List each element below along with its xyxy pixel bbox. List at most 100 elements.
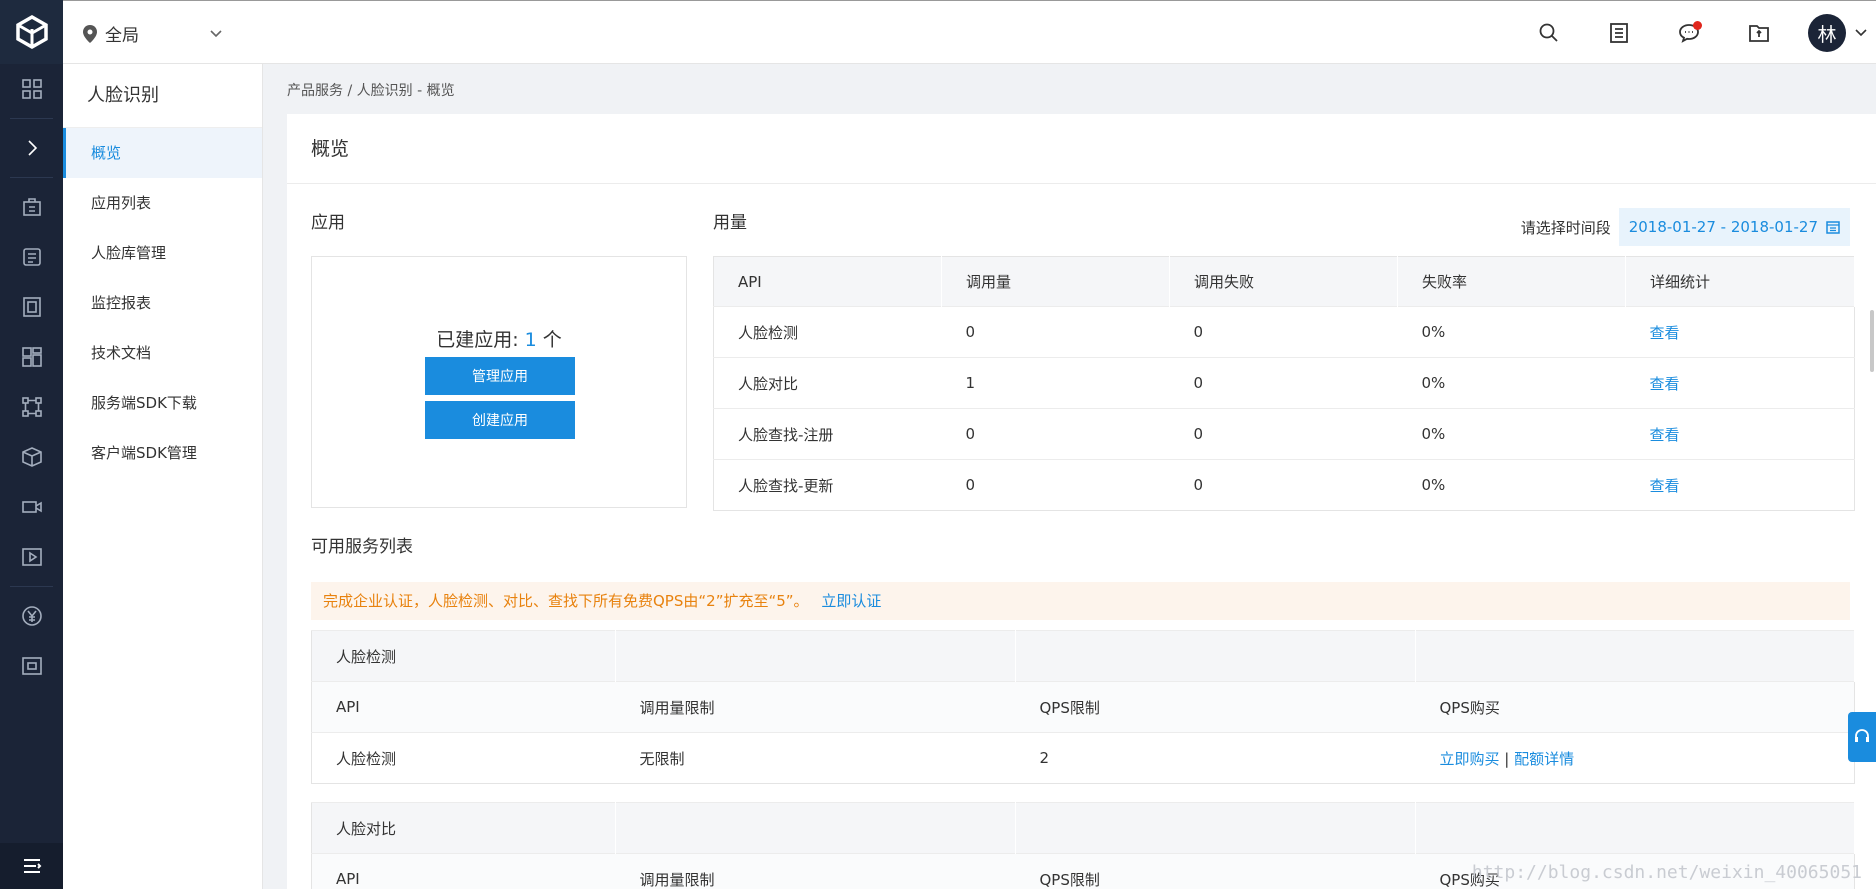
folder-icon (1749, 25, 1769, 42)
usage-table-scrollbar[interactable] (1870, 310, 1874, 372)
location-pin-icon (83, 24, 97, 43)
box-icon[interactable] (0, 432, 63, 482)
col-failures: 调用失败 (1169, 256, 1398, 307)
grid-icon[interactable] (0, 332, 63, 382)
service-group-header: 人脸对比 (311, 802, 1855, 854)
cell-calls: 1 (941, 357, 1170, 409)
table-row: 人脸检测 0 0 0% 查看 (713, 306, 1855, 358)
col-api: API (713, 256, 942, 307)
cell-calls: 0 (941, 459, 1170, 511)
table-row: 人脸检测 无限制 2 立即购买 | 配额详情 (311, 732, 1855, 784)
col-fail-rate: 失败率 (1397, 256, 1626, 307)
sidebar-title: 人脸识别 (63, 64, 262, 128)
cell-qps-limit: 2 (1015, 732, 1416, 784)
quota-details-link[interactable]: 配额详情 (1514, 750, 1574, 768)
cell-call-limit: 无限制 (615, 732, 1016, 784)
col-calls: 调用量 (941, 256, 1170, 307)
search-button[interactable] (1514, 1, 1584, 65)
cell-calls: 0 (941, 408, 1170, 460)
col-qps-limit: QPS限制 (1015, 853, 1416, 889)
manage-app-button[interactable]: 管理应用 (425, 357, 575, 395)
col-details: 详细统计 (1625, 256, 1855, 307)
storage-icon[interactable] (0, 282, 63, 332)
cell-failures: 0 (1169, 459, 1398, 511)
play-icon[interactable] (0, 532, 63, 582)
services-section-title: 可用服务列表 (311, 537, 413, 557)
cell-fail-rate: 0% (1397, 408, 1626, 460)
service-group-header: 人脸检测 (311, 630, 1855, 682)
calendar-icon (1826, 221, 1840, 234)
view-details-link[interactable]: 查看 (1650, 375, 1680, 393)
app-count-prefix: 已建应用: (436, 329, 525, 351)
dashboard-icon[interactable] (0, 64, 63, 114)
app-section-title: 应用 (311, 213, 345, 233)
cell-fail-rate: 0% (1397, 357, 1626, 409)
main-content: 产品服务 / 人脸识别 - 概览 概览 应用 用量 请选择时间段 2018-01… (263, 64, 1876, 889)
date-range-value: 2018-01-27 - 2018-01-27 (1628, 218, 1818, 236)
logo[interactable] (0, 0, 63, 64)
building-icon[interactable] (0, 182, 63, 232)
table-row: 人脸查找-更新 0 0 0% 查看 (713, 459, 1855, 511)
service-subheader: API 调用量限制 QPS限制 QPS购买 (311, 681, 1855, 733)
folder-button[interactable] (1724, 1, 1794, 65)
date-range-input[interactable]: 2018-01-27 - 2018-01-27 (1618, 208, 1850, 246)
message-button[interactable] (1654, 1, 1724, 65)
cell-fail-rate: 0% (1397, 459, 1626, 511)
region-selector[interactable]: 全局 (83, 21, 223, 46)
table-row: 人脸对比 1 0 0% 查看 (713, 357, 1855, 409)
headset-icon (1855, 729, 1869, 742)
sidebar-item-tech-docs[interactable]: 技术文档 (63, 328, 262, 378)
cell-fail-rate: 0% (1397, 306, 1626, 358)
network-icon[interactable] (0, 382, 63, 432)
notification-badge (1693, 21, 1702, 30)
region-label: 全局 (105, 26, 139, 46)
view-details-link[interactable]: 查看 (1650, 477, 1680, 495)
col-api: API (311, 853, 616, 889)
col-call-limit: 调用量限制 (615, 681, 1016, 733)
breadcrumb: 产品服务 / 人脸识别 - 概览 (287, 83, 455, 99)
watermark: http://blog.csdn.net/weixin_40065051 (1471, 862, 1862, 883)
yuan-icon[interactable] (0, 591, 63, 641)
buy-now-link[interactable]: 立即购买 (1440, 750, 1500, 768)
document-icon (1610, 23, 1628, 43)
cell-calls: 0 (941, 306, 1170, 358)
app-count-value: 1 (524, 329, 537, 351)
sidebar-item-client-sdk[interactable]: 客户端SDK管理 (63, 428, 262, 478)
service-name: 人脸对比 (311, 802, 616, 854)
app-summary-card: 已建应用: 1 个 管理应用 创建应用 (311, 256, 687, 508)
screen-icon[interactable] (0, 641, 63, 691)
video-icon[interactable] (0, 482, 63, 532)
date-range-selector: 请选择时间段 2018-01-27 - 2018-01-27 (1521, 208, 1850, 246)
sidebar-item-server-sdk[interactable]: 服务端SDK下载 (63, 378, 262, 428)
sidebar-item-app-list[interactable]: 应用列表 (63, 178, 262, 228)
cell-api: 人脸查找-注册 (713, 408, 942, 460)
view-details-link[interactable]: 查看 (1650, 426, 1680, 444)
cell-api: 人脸检测 (713, 306, 942, 358)
view-details-link[interactable]: 查看 (1650, 324, 1680, 342)
date-range-label: 请选择时间段 (1520, 218, 1611, 237)
sidebar-item-monitor-report[interactable]: 监控报表 (63, 278, 262, 328)
col-api: API (311, 681, 616, 733)
verify-now-link[interactable]: 立即认证 (821, 592, 881, 610)
cell-api: 人脸对比 (713, 357, 942, 409)
verification-notice: 完成企业认证，人脸检测、对比、查找下所有免费QPS由“2”扩充至“5”。 立即认… (311, 582, 1850, 620)
sidebar-item-face-library[interactable]: 人脸库管理 (63, 228, 262, 278)
cell-failures: 0 (1169, 357, 1398, 409)
app-count-text: 已建应用: 1 个 (312, 325, 686, 352)
document-button[interactable] (1584, 1, 1654, 65)
support-float-button[interactable] (1848, 712, 1876, 762)
col-qps-purchase: QPS购买 (1415, 681, 1855, 733)
link-divider: | (1504, 749, 1515, 768)
cube-logo-icon (15, 15, 48, 49)
app-count-suffix: 个 (536, 329, 562, 351)
page-title: 概览 (287, 114, 1876, 184)
list-icon[interactable] (0, 232, 63, 282)
expand-icon[interactable] (0, 123, 63, 173)
avatar[interactable]: 林 (1808, 14, 1846, 52)
service-table-face-detect: 人脸检测 API 调用量限制 QPS限制 QPS购买 人脸检测 无限制 2 立即… (311, 630, 1855, 784)
create-app-button[interactable]: 创建应用 (425, 401, 575, 439)
menu-icon[interactable] (0, 843, 63, 889)
avatar-chevron-down-icon[interactable] (1846, 29, 1876, 37)
top-bar: 全局 林 (63, 0, 1876, 64)
sidebar-item-overview[interactable]: 概览 (63, 128, 262, 178)
